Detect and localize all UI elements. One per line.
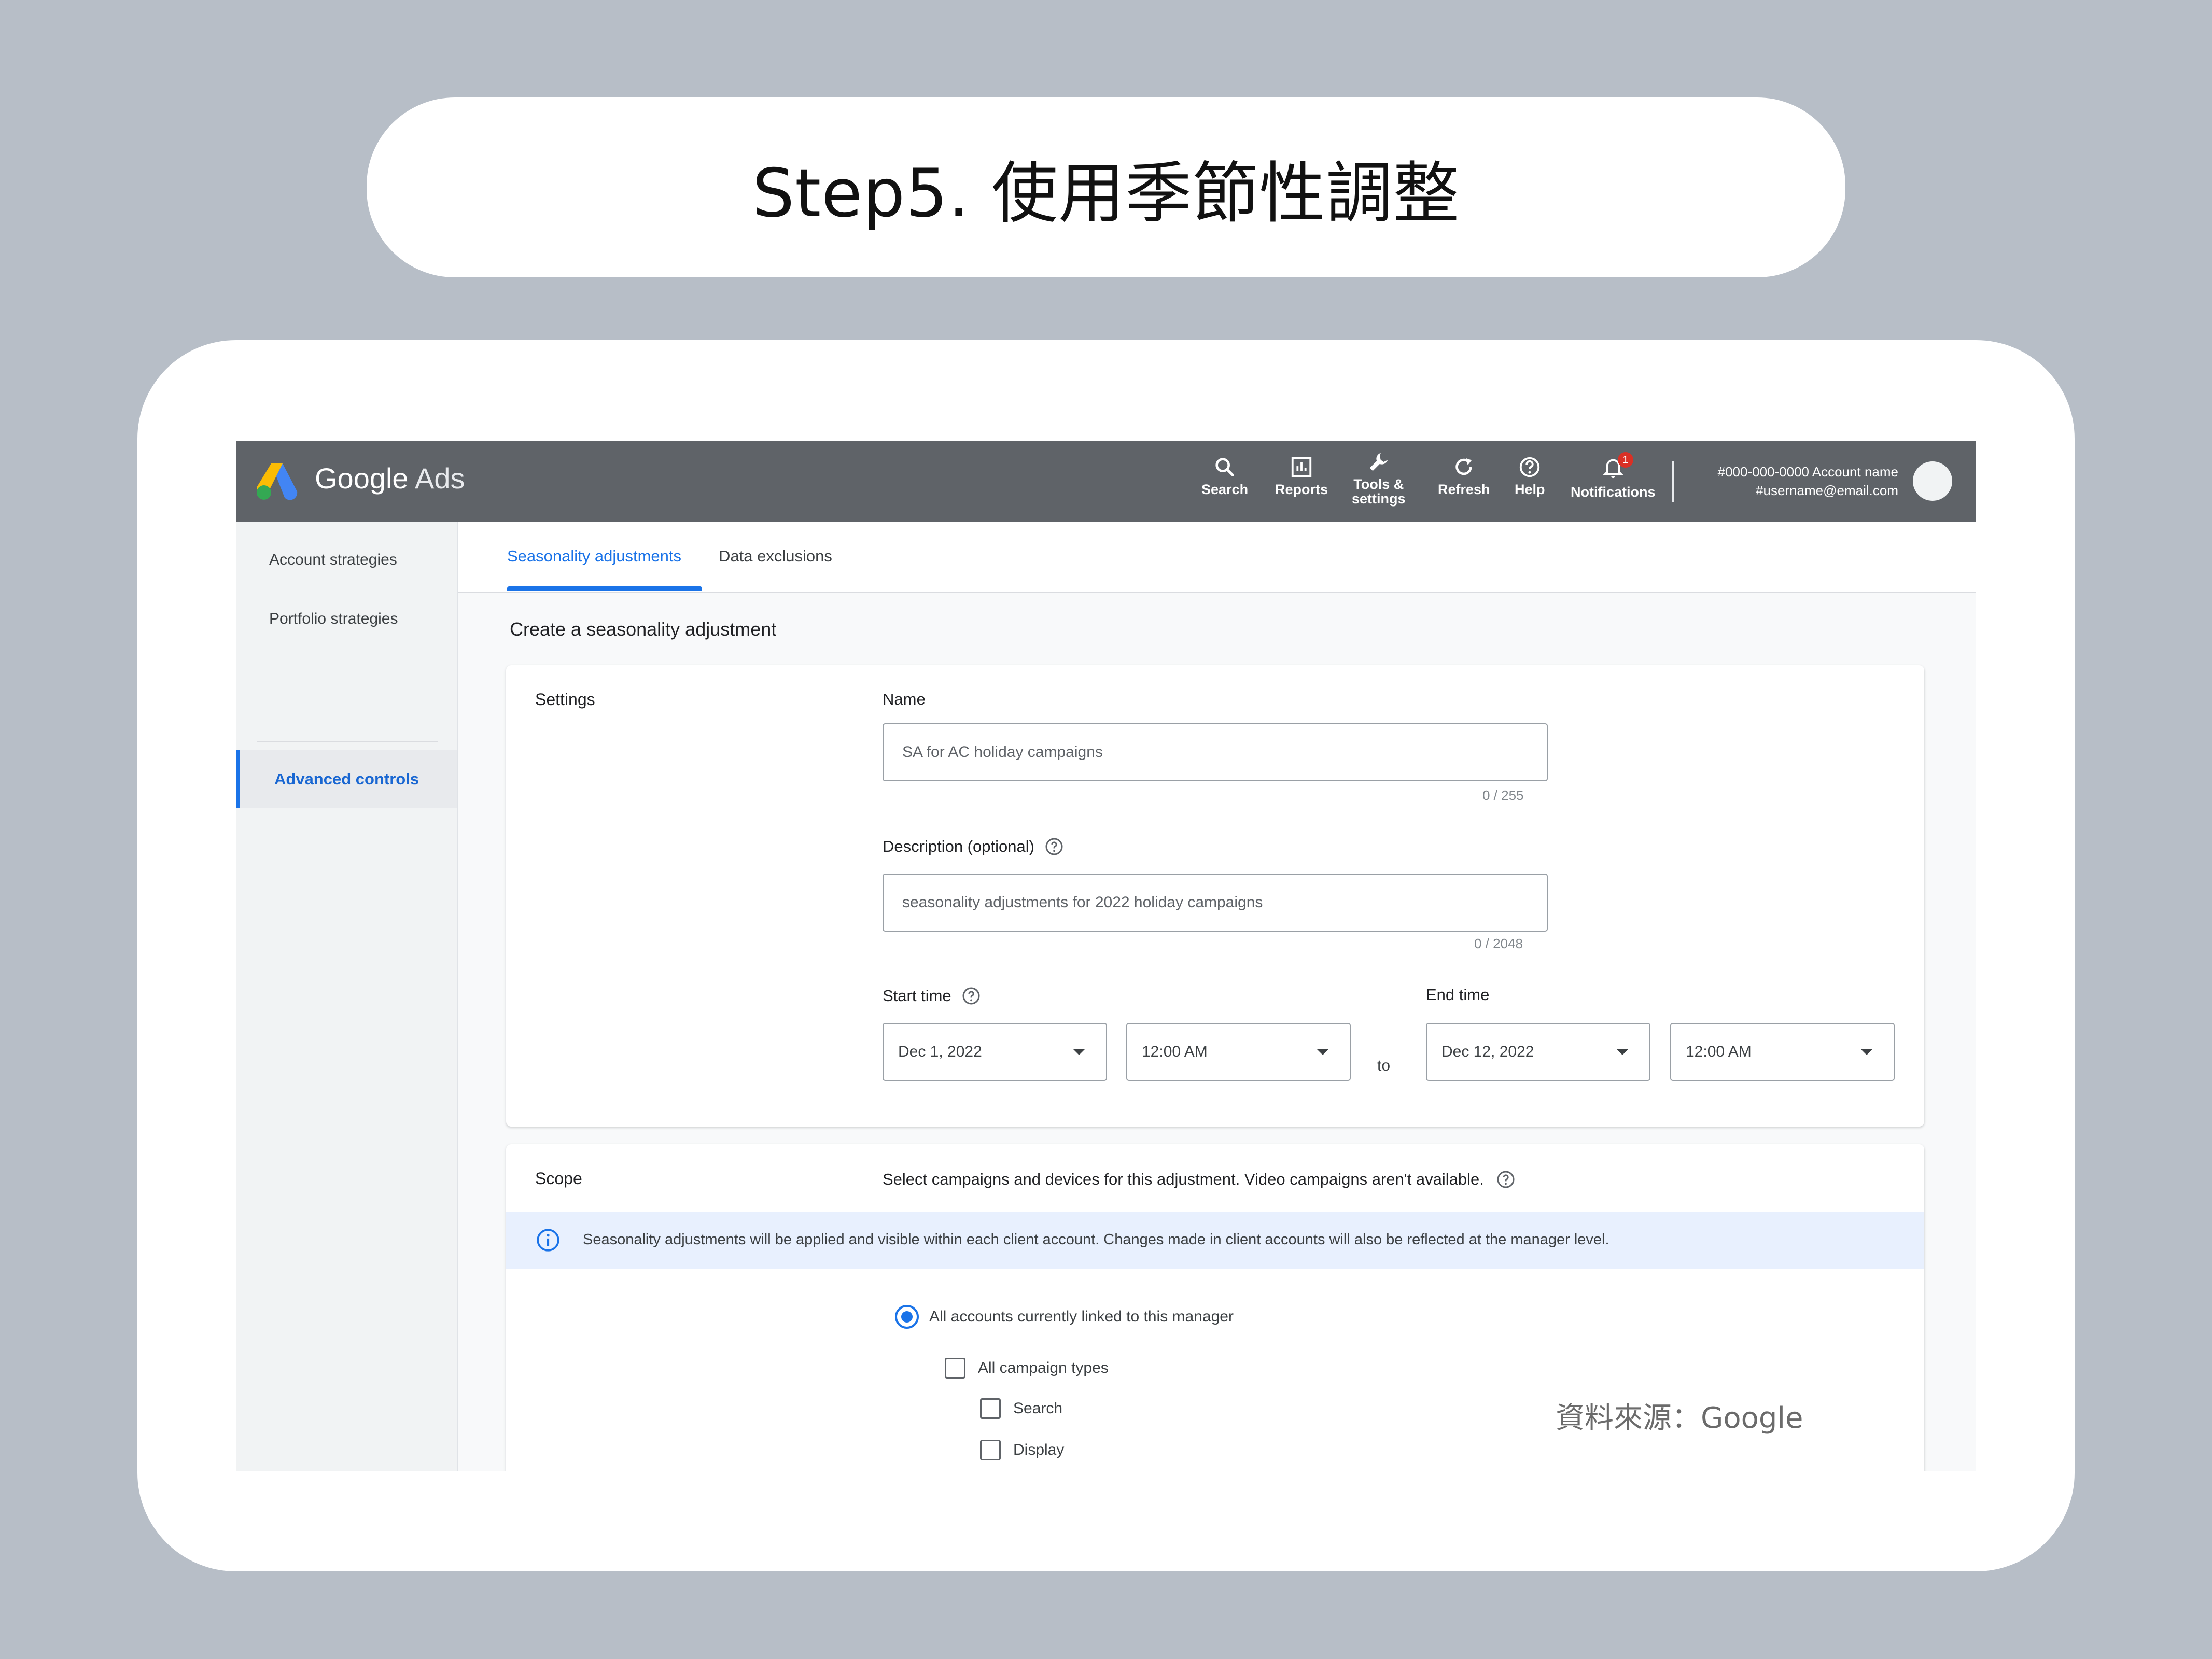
tab-seasonality-adjustments[interactable]: Seasonality adjustments	[507, 547, 681, 566]
tools-settings-label: Tools & settings	[1352, 476, 1406, 507]
start-time-value: 12:00 AM	[1142, 1043, 1208, 1060]
name-placeholder: SA for AC holiday campaigns	[902, 743, 1103, 761]
tab-bar: Seasonality adjustments Data exclusions	[458, 522, 1976, 593]
sidebar-divider	[257, 741, 438, 742]
reports-tool-button[interactable]: Reports	[1275, 455, 1328, 512]
active-tab-underline	[507, 586, 702, 591]
scope-label: Scope	[535, 1169, 582, 1188]
slide-title-banner: Step5. 使用季節性調整	[367, 97, 1845, 277]
start-time-select[interactable]: 12:00 AM	[1126, 1023, 1351, 1081]
search-tool-button[interactable]: Search	[1201, 455, 1248, 512]
help-tool-label: Help	[1515, 482, 1545, 497]
wrench-icon	[1369, 453, 1388, 471]
chevron-down-icon	[1073, 1049, 1085, 1055]
tools-settings-button[interactable]: Tools & settings	[1352, 450, 1406, 507]
start-date-value: Dec 1, 2022	[898, 1043, 982, 1060]
search-tool-label: Search	[1201, 482, 1249, 497]
start-time-label-text: Start time	[883, 987, 951, 1005]
sidebar-item-account-strategies[interactable]: Account strategies	[269, 551, 397, 569]
checkbox-display[interactable]: Display	[980, 1440, 1064, 1460]
end-date-select[interactable]: Dec 12, 2022	[1426, 1023, 1650, 1081]
active-indicator	[236, 750, 240, 808]
source-note: 資料來源：Google	[1556, 1401, 1803, 1435]
help-icon[interactable]	[1044, 836, 1065, 857]
account-info[interactable]: #000-000-0000 Account name #username@ema…	[1718, 462, 1898, 500]
reports-tool-label: Reports	[1275, 482, 1328, 497]
search-icon	[1215, 458, 1234, 476]
info-banner-text: Seasonality adjustments will be applied …	[583, 1231, 1609, 1248]
sidebar-item-label: Advanced controls	[274, 770, 419, 788]
search-option-label: Search	[1013, 1400, 1063, 1417]
settings-label: Settings	[535, 690, 595, 709]
description-char-counter: 0 / 2048	[1474, 936, 1523, 951]
google-ads-logo-icon	[257, 463, 298, 500]
info-icon	[537, 1229, 559, 1252]
google-ads-window: Google Ads Search Reports Tools & settin…	[236, 441, 1976, 1471]
chevron-down-icon	[1616, 1049, 1629, 1055]
end-time-label: End time	[1426, 986, 1489, 1004]
all-campaign-types-label: All campaign types	[978, 1359, 1109, 1376]
name-char-counter: 0 / 255	[1482, 788, 1524, 803]
checkbox[interactable]	[945, 1358, 965, 1379]
end-time-select[interactable]: 12:00 AM	[1670, 1023, 1895, 1081]
checkbox[interactable]	[980, 1440, 1001, 1460]
start-time-label: Start time	[883, 986, 982, 1006]
sidebar: Account strategies Portfolio strategies …	[236, 522, 458, 1471]
sidebar-item-portfolio-strategies[interactable]: Portfolio strategies	[269, 610, 398, 628]
help-icon	[1520, 457, 1540, 477]
brand-wordmark: Google Ads	[315, 461, 465, 495]
brand-suffix: Ads	[415, 462, 465, 495]
topbar-divider	[1672, 461, 1674, 502]
radio-all-accounts-label: All accounts currently linked to this ma…	[929, 1308, 1234, 1325]
checkbox[interactable]	[980, 1398, 1001, 1419]
end-time-label-text: End time	[1426, 986, 1490, 1004]
scope-description-text: Select campaigns and devices for this ad…	[883, 1170, 1484, 1188]
tab-data-exclusions[interactable]: Data exclusions	[719, 547, 832, 566]
top-app-bar: Google Ads Search Reports Tools & settin…	[236, 441, 1976, 522]
description-label: Description (optional)	[883, 836, 1065, 857]
notification-badge: 1	[1617, 452, 1633, 468]
description-label-text: Description (optional)	[883, 837, 1034, 855]
checkbox-search[interactable]: Search	[980, 1398, 1062, 1419]
main-content: Seasonality adjustments Data exclusions …	[458, 522, 1976, 1471]
checkbox-all-campaign-types[interactable]: All campaign types	[945, 1358, 1109, 1379]
end-date-value: Dec 12, 2022	[1441, 1043, 1534, 1060]
refresh-tool-button[interactable]: Refresh	[1438, 455, 1490, 512]
description-placeholder: seasonality adjustments for 2022 holiday…	[902, 894, 1263, 911]
notifications-tool-button[interactable]: 1 Notifications	[1571, 452, 1656, 512]
info-banner: Seasonality adjustments will be applied …	[506, 1212, 1924, 1269]
name-label-text: Name	[883, 690, 926, 708]
help-icon[interactable]	[1495, 1169, 1516, 1190]
sidebar-item-advanced-controls[interactable]: Advanced controls	[236, 750, 457, 808]
avatar[interactable]	[1913, 461, 1952, 501]
chevron-down-icon	[1860, 1049, 1873, 1055]
notifications-icon-wrap: 1	[1601, 452, 1633, 482]
start-date-select[interactable]: Dec 1, 2022	[883, 1023, 1107, 1081]
radio-all-accounts[interactable]: All accounts currently linked to this ma…	[895, 1305, 1234, 1329]
display-option-label: Display	[1013, 1441, 1065, 1458]
end-time-value: 12:00 AM	[1686, 1043, 1752, 1060]
name-input[interactable]: SA for AC holiday campaigns	[883, 723, 1548, 781]
name-label: Name	[883, 690, 926, 709]
radio-button-selected[interactable]	[895, 1305, 919, 1329]
refresh-icon	[1455, 458, 1472, 475]
reports-icon	[1291, 457, 1312, 477]
description-input[interactable]: seasonality adjustments for 2022 holiday…	[883, 874, 1548, 932]
notifications-tool-label: Notifications	[1571, 484, 1656, 500]
chevron-down-icon	[1317, 1049, 1329, 1055]
slide-title: Step5. 使用季節性調整	[752, 155, 1460, 232]
to-separator: to	[1377, 1057, 1391, 1074]
account-name: #000-000-0000 Account name	[1717, 464, 1898, 480]
settings-panel: Settings Name SA for AC holiday campaign…	[506, 665, 1924, 1127]
scope-description: Select campaigns and devices for this ad…	[883, 1169, 1516, 1190]
account-email: #username@email.com	[1756, 483, 1898, 498]
refresh-tool-label: Refresh	[1438, 482, 1490, 497]
brand-name: Google	[315, 462, 409, 495]
page-title: Create a seasonality adjustment	[510, 618, 777, 640]
help-icon[interactable]	[961, 986, 982, 1006]
help-tool-button[interactable]: Help	[1515, 455, 1545, 512]
